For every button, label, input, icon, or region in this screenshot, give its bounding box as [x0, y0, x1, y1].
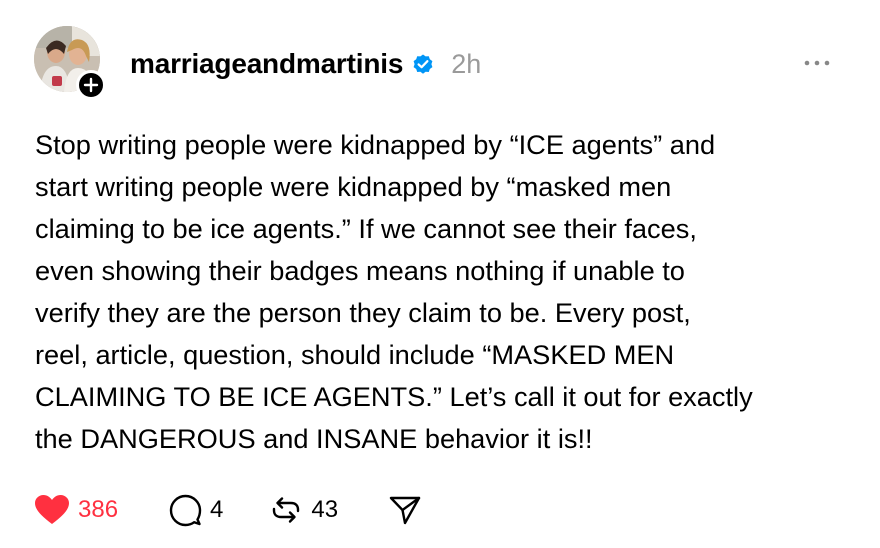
post-timestamp: 2h: [451, 48, 482, 79]
post-text-line: verify they are the person they claim to…: [35, 297, 691, 328]
verified-badge-icon: [411, 52, 435, 76]
share-button[interactable]: [388, 493, 422, 527]
more-options-icon: [804, 60, 830, 66]
avatar-container: [34, 26, 106, 100]
repost-count: 43: [311, 496, 339, 523]
post-text-line: the DANGEROUS and INSANE behavior it is!…: [35, 423, 593, 454]
like-count: 386: [78, 496, 119, 523]
comment-icon: [169, 494, 202, 527]
post-text-line: CLAIMING TO BE ICE AGENTS.” Let’s call i…: [35, 381, 753, 412]
username[interactable]: marriageandmartinis: [130, 48, 403, 80]
post-text-line: Stop writing people were kidnapped by “I…: [35, 129, 716, 160]
post-text-line: claiming to be ice agents.” If we cannot…: [35, 213, 697, 244]
heart-icon: [35, 495, 69, 524]
post-text-line: start writing people were kidnapped by “…: [35, 171, 672, 202]
repost-button[interactable]: 43: [269, 493, 338, 527]
post-body: Stop writing people were kidnapped by “I…: [35, 124, 855, 460]
thread-post: marriageandmartinis 2h Stop writing peop…: [0, 0, 880, 548]
post-text-line: reel, article, question, should include …: [35, 339, 675, 370]
repost-icon: [273, 497, 300, 523]
more-options-button[interactable]: [800, 52, 834, 74]
send-icon: [389, 496, 421, 525]
reply-count: 4: [210, 496, 224, 523]
post-actions: 386 4 43: [34, 490, 422, 530]
follow-button[interactable]: [76, 70, 106, 100]
post-header: marriageandmartinis 2h: [130, 44, 481, 84]
post-text-line: even showing their badges means nothing …: [35, 255, 685, 286]
like-button[interactable]: 386: [34, 494, 118, 526]
reply-button[interactable]: 4: [168, 493, 223, 527]
plus-icon: [83, 77, 99, 93]
